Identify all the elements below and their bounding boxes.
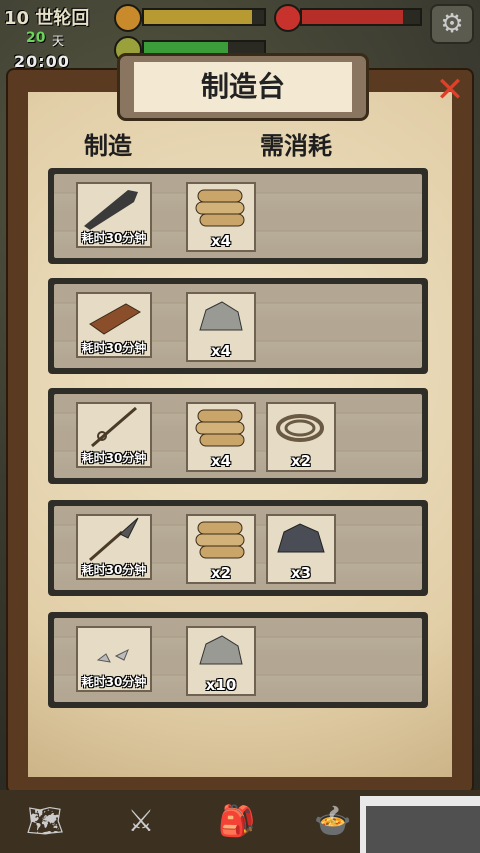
health-bar-fill <box>302 10 404 24</box>
stone-icon: x4 <box>186 292 256 362</box>
craft-time: 耗时30分钟 <box>81 563 147 577</box>
craft-time: 耗时30分钟 <box>81 231 147 245</box>
material-qty: x4 <box>210 232 232 250</box>
craft-time: 耗时30分钟 <box>81 675 147 689</box>
stone-shards-icon[interactable]: 耗时30分钟 <box>76 626 152 692</box>
wood-logs-icon: x4 <box>186 402 256 472</box>
recipe-row[interactable]: 耗时30分钟 x4 x2 <box>48 388 428 484</box>
stone-icon: x10 <box>186 626 256 696</box>
day-count: 20 <box>26 30 46 46</box>
club-icon[interactable]: 耗时30分钟 <box>76 182 152 248</box>
hunger-bar <box>142 8 266 26</box>
thirst-bar-fill <box>144 42 228 56</box>
health-bar <box>300 8 422 26</box>
craft-time: 耗时30分钟 <box>81 451 147 465</box>
material-qty: x4 <box>210 452 232 470</box>
material-qty: x4 <box>210 342 232 360</box>
rope-icon: x2 <box>266 402 336 472</box>
heart-icon <box>274 4 302 32</box>
crossed-swords-icon[interactable]: ⚔ <box>96 790 186 853</box>
spear-icon[interactable]: 耗时30分钟 <box>76 514 152 580</box>
wood-logs-icon: x4 <box>186 182 256 252</box>
settings-gear-icon[interactable]: ⚙ <box>430 4 474 44</box>
wood-logs-icon: x2 <box>186 514 256 584</box>
backpack-icon[interactable]: 🎒 <box>192 790 282 853</box>
craft-time: 耗时30分钟 <box>81 341 147 355</box>
material-qty: x2 <box>210 564 232 582</box>
iron-ore-icon: x3 <box>266 514 336 584</box>
game-clock: 20:00 <box>14 52 70 71</box>
recipe-row[interactable]: 耗时30分钟 x2 x3 <box>48 500 428 596</box>
panel-title: 制造台 <box>200 70 285 103</box>
recipe-row[interactable]: 耗时30分钟 x4 <box>48 278 428 374</box>
close-x-icon[interactable]: ✕ <box>428 70 472 110</box>
material-qty: x10 <box>205 676 237 694</box>
recipe-row[interactable]: 耗时30分钟 x4 <box>48 168 428 264</box>
brick-icon[interactable]: 耗时30分钟 <box>76 292 152 358</box>
map-icon[interactable]: 🗺 <box>0 790 90 853</box>
day-unit: 天 <box>52 34 65 48</box>
recipe-row[interactable]: 耗时30分钟 x10 <box>48 612 428 708</box>
hunger-icon <box>114 4 142 32</box>
round-label: 10 世轮回 <box>4 8 90 29</box>
hunger-bar-fill <box>144 10 252 24</box>
fishing-rod-icon[interactable]: 耗时30分钟 <box>76 402 152 468</box>
overlay-corner-inner <box>366 806 480 853</box>
material-qty: x2 <box>290 452 312 470</box>
cost-column-header: 需消耗 <box>260 132 332 160</box>
craft-column-header: 制造 <box>84 132 132 160</box>
material-qty: x3 <box>290 564 312 582</box>
